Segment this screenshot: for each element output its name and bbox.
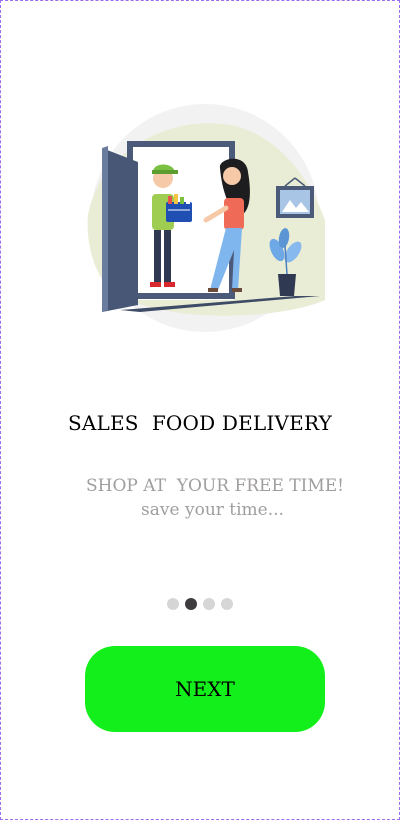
page-indicator [167, 598, 233, 610]
onboarding-subtitle: SHOP AT YOUR FREE TIME! [86, 476, 344, 496]
next-button[interactable]: NEXT [85, 646, 325, 732]
onboarding-tagline: save your time... [141, 500, 284, 520]
page-dot[interactable] [185, 598, 197, 610]
page-dot[interactable] [203, 598, 215, 610]
page-dot[interactable] [167, 598, 179, 610]
onboarding-title: SALES FOOD DELIVERY [67, 411, 332, 435]
page-dot[interactable] [221, 598, 233, 610]
delivery-illustration [87, 104, 325, 332]
